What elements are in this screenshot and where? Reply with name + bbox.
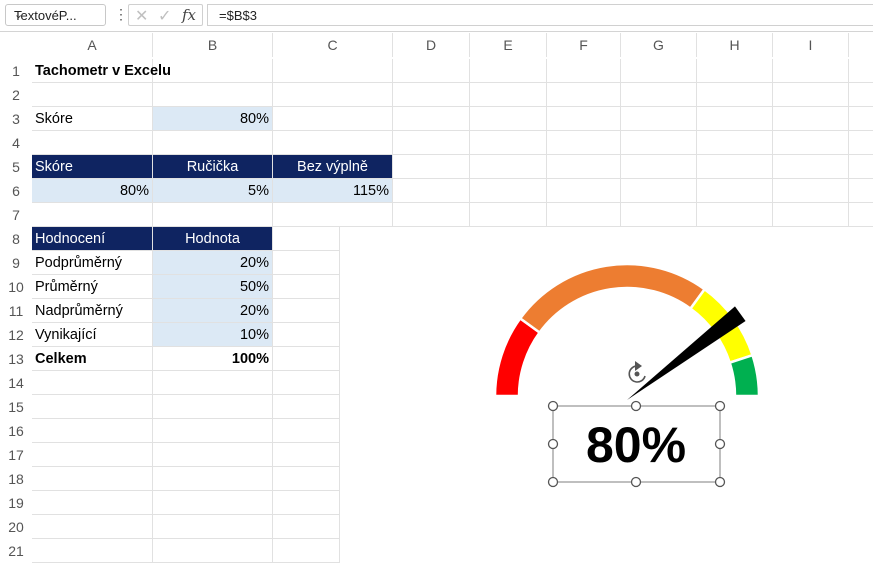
- gauge-segment: [518, 262, 707, 335]
- gridline: [32, 442, 340, 443]
- row-header[interactable]: 8: [0, 227, 32, 251]
- name-box[interactable]: TextovéP... ⌄: [5, 4, 106, 26]
- row-header[interactable]: 9: [0, 251, 32, 275]
- row-header[interactable]: 2: [0, 83, 32, 107]
- gauge-chart[interactable]: 80%: [490, 262, 765, 492]
- chevron-down-icon[interactable]: ⌄: [14, 8, 100, 21]
- gridline: [620, 59, 621, 227]
- more-options-icon[interactable]: ⋮: [114, 6, 128, 23]
- row-header[interactable]: 18: [0, 467, 32, 491]
- resize-handle[interactable]: [714, 400, 726, 412]
- cell-a10[interactable]: Průměrný: [32, 275, 153, 299]
- row-header[interactable]: 17: [0, 443, 32, 467]
- gridline: [32, 490, 340, 491]
- row-header[interactable]: 7: [0, 203, 32, 227]
- check-icon[interactable]: ✓: [158, 6, 171, 26]
- gridline: [32, 562, 340, 563]
- cell-a6[interactable]: 80%: [32, 179, 153, 203]
- row-header[interactable]: 20: [0, 515, 32, 539]
- resize-handle[interactable]: [714, 476, 726, 488]
- formula-text: =$B$3: [219, 8, 257, 23]
- rotate-handle-icon[interactable]: [628, 361, 646, 383]
- gridline: [32, 466, 340, 467]
- column-header-b[interactable]: B: [153, 33, 273, 57]
- formula-bar: TextovéP... ⌄ ⋮ ✕ ✓ fx =$B$3: [0, 0, 873, 32]
- gridline: [32, 394, 340, 395]
- row-header[interactable]: 12: [0, 323, 32, 347]
- cell-a1[interactable]: Tachometr v Excelu: [32, 59, 272, 83]
- cell-b11[interactable]: 20%: [153, 299, 273, 323]
- cell-b3[interactable]: 80%: [153, 107, 273, 131]
- row-header[interactable]: 15: [0, 395, 32, 419]
- cell-b12[interactable]: 10%: [153, 323, 273, 347]
- column-header-f[interactable]: F: [547, 33, 621, 57]
- gridline: [772, 59, 773, 227]
- column-header-c[interactable]: C: [273, 33, 393, 57]
- row-header[interactable]: 16: [0, 419, 32, 443]
- gauge-value-text: 80%: [586, 417, 686, 473]
- cell-b8[interactable]: Hodnota: [153, 227, 273, 251]
- cell-b10[interactable]: 50%: [153, 275, 273, 299]
- resize-handle[interactable]: [547, 400, 559, 412]
- cell-a9[interactable]: Podprůměrný: [32, 251, 153, 275]
- row-header[interactable]: 4: [0, 131, 32, 155]
- row-header[interactable]: 3: [0, 107, 32, 131]
- gridline: [32, 538, 340, 539]
- row-header[interactable]: 14: [0, 371, 32, 395]
- column-headers: A B C D E F G H I: [0, 33, 873, 57]
- gridline: [848, 59, 849, 227]
- cell-b13[interactable]: 100%: [153, 347, 273, 371]
- resize-handle[interactable]: [630, 400, 642, 412]
- cell-a8[interactable]: Hodnocení: [32, 227, 153, 251]
- gridline: [546, 59, 547, 227]
- resize-handle[interactable]: [547, 438, 559, 450]
- cell-a13[interactable]: Celkem: [32, 347, 153, 371]
- row-header[interactable]: 19: [0, 491, 32, 515]
- resize-handle[interactable]: [714, 438, 726, 450]
- cell-a3[interactable]: Skóre: [32, 107, 153, 131]
- column-header-a[interactable]: A: [32, 33, 153, 57]
- cell-b6[interactable]: 5%: [153, 179, 273, 203]
- fx-icon[interactable]: fx: [182, 6, 196, 24]
- cell-c6[interactable]: 115%: [273, 179, 393, 203]
- row-header[interactable]: 13: [0, 347, 32, 371]
- gridline: [339, 227, 340, 563]
- gridline: [32, 418, 340, 419]
- row-header[interactable]: 1: [0, 59, 32, 83]
- column-header-i[interactable]: I: [773, 33, 849, 57]
- row-header[interactable]: 11: [0, 299, 32, 323]
- cancel-icon[interactable]: ✕: [135, 6, 148, 26]
- formula-input[interactable]: =$B$3: [207, 4, 873, 26]
- column-header-g[interactable]: G: [621, 33, 697, 57]
- row-header[interactable]: 21: [0, 539, 32, 563]
- gridline: [469, 59, 470, 227]
- cell-a11[interactable]: Nadprůměrný: [32, 299, 153, 323]
- formula-buttons: ✕ ✓ fx: [128, 4, 203, 26]
- column-header-h[interactable]: H: [697, 33, 773, 57]
- row-header[interactable]: 10: [0, 275, 32, 299]
- row-header[interactable]: 6: [0, 179, 32, 203]
- row-header[interactable]: 5: [0, 155, 32, 179]
- cell-b9[interactable]: 20%: [153, 251, 273, 275]
- cell-b5[interactable]: Ručička: [153, 155, 273, 179]
- gridline: [696, 59, 697, 227]
- resize-handle[interactable]: [630, 476, 642, 488]
- cell-a5[interactable]: Skóre: [32, 155, 153, 179]
- column-header-d[interactable]: D: [393, 33, 470, 57]
- cell-c5[interactable]: Bez výplně: [273, 155, 393, 179]
- gauge-segment: [728, 353, 761, 398]
- column-header-e[interactable]: E: [470, 33, 547, 57]
- cell-a12[interactable]: Vynikající: [32, 323, 153, 347]
- gauge-segment: [493, 316, 542, 398]
- gridline: [32, 514, 340, 515]
- resize-handle[interactable]: [547, 476, 559, 488]
